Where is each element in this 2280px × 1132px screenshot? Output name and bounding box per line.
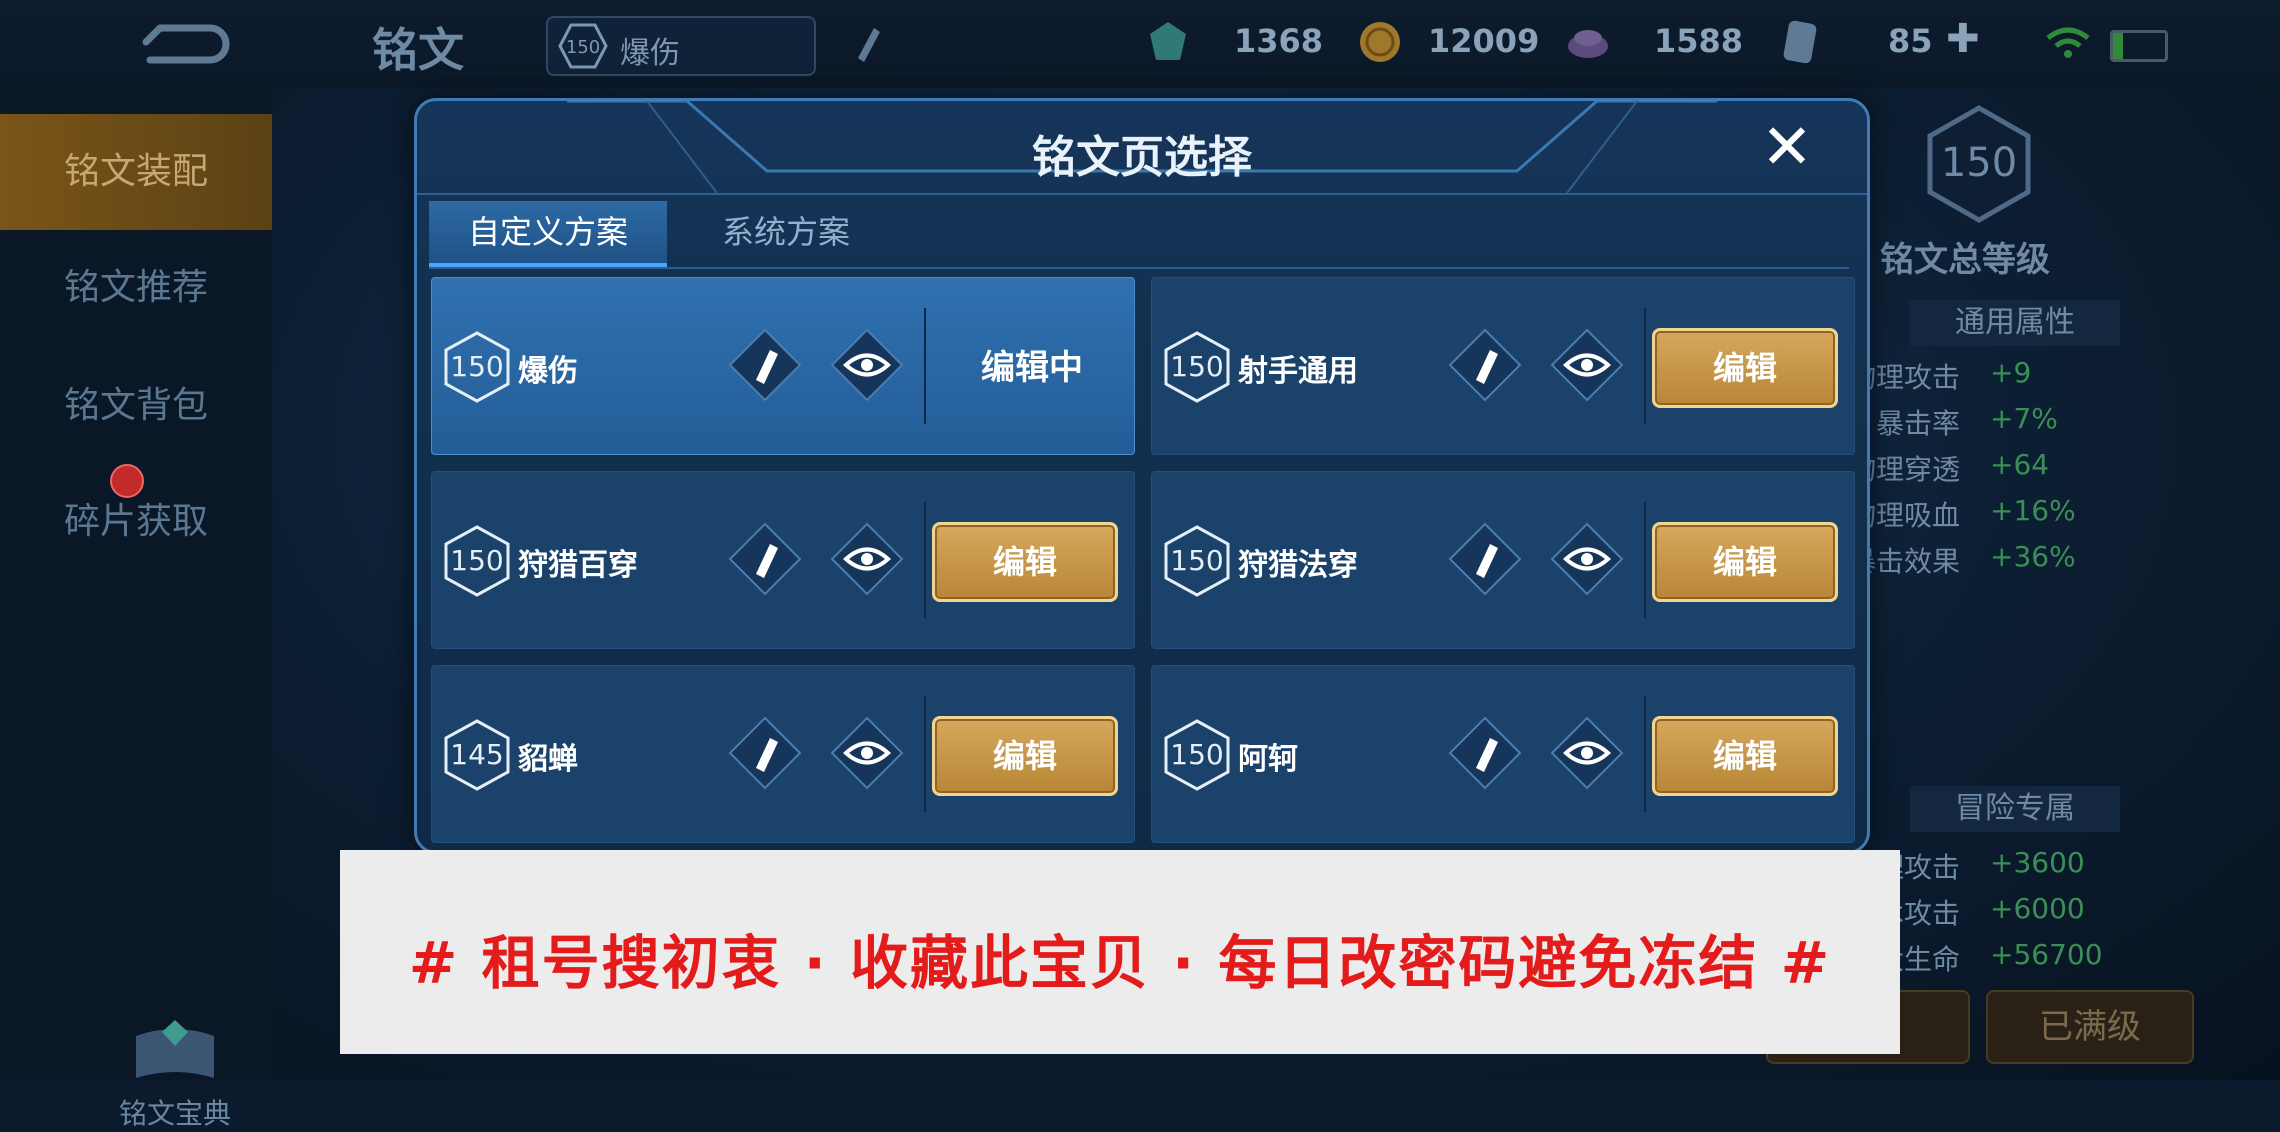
coin-count: 12009 [1428, 22, 1540, 60]
eye-icon[interactable] [830, 716, 904, 790]
rune-page-card[interactable]: 150 爆伤 编辑中 [431, 277, 1135, 455]
battery-icon [2110, 30, 2168, 62]
editing-status: 编辑中 [981, 348, 1083, 388]
eye-icon[interactable] [1550, 328, 1624, 402]
nav-item-backpack[interactable]: 铭文背包 [0, 348, 272, 464]
level-hex-icon: 150 [558, 23, 608, 69]
coin-icon [1360, 22, 1400, 62]
svg-text:150: 150 [1170, 544, 1223, 577]
svg-text:150: 150 [1170, 738, 1223, 771]
stat-row: 物理攻击 +9 [1847, 356, 2032, 394]
gem-count: 1368 [1234, 22, 1324, 60]
gem-icon [1150, 22, 1186, 60]
pencil-icon[interactable] [728, 522, 802, 596]
pencil-icon[interactable] [850, 22, 884, 68]
top-bar: 铭文 150 爆伤 1368 12009 1588 85 ✚ [0, 0, 2280, 88]
edit-button[interactable]: 编辑 [932, 522, 1118, 602]
svg-text:150: 150 [566, 37, 600, 58]
dialog-header: 铭文页选择 ✕ [417, 101, 1867, 195]
pencil-icon[interactable] [1448, 328, 1522, 402]
adventure-attr-header: 冒险专属 [1910, 786, 2120, 832]
tab-system[interactable]: 系统方案 [667, 201, 905, 263]
tab-bar: 自定义方案 系统方案 [429, 201, 1849, 269]
level-hex-icon: 150 [1164, 331, 1230, 403]
rune-page-card[interactable]: 150 狩猎法穿 编辑 [1151, 471, 1855, 649]
card-divider [1644, 502, 1646, 618]
general-attr-header: 通用属性 [1910, 300, 2120, 346]
card-divider [1644, 308, 1646, 424]
eye-icon[interactable] [830, 328, 904, 402]
nav-item-recommend[interactable]: 铭文推荐 [0, 230, 272, 346]
back-icon[interactable] [140, 20, 230, 68]
card-divider [924, 696, 926, 812]
dialog-title: 铭文页选择 [1032, 132, 1252, 183]
stat-row: 物理穿透 +64 [1847, 448, 2050, 486]
rune-page-name: 爆伤 [518, 354, 578, 389]
card-divider [924, 308, 926, 424]
total-level-hex-icon: 150 [1927, 105, 2031, 223]
crystal-count: 1588 [1654, 22, 1744, 60]
current-page-chip[interactable]: 150 爆伤 [546, 16, 816, 76]
pencil-icon[interactable] [728, 716, 802, 790]
pencil-icon[interactable] [728, 328, 802, 402]
rune-page-name: 射手通用 [1238, 354, 1358, 389]
ticket-count: 85 [1888, 22, 1933, 60]
close-icon[interactable]: ✕ [1761, 116, 1813, 178]
level-hex-icon: 150 [1164, 525, 1230, 597]
edit-button[interactable]: 编辑 [1652, 716, 1838, 796]
stat-row: 暴击率 +7% [1875, 402, 2058, 440]
edit-button[interactable]: 编辑 [932, 716, 1118, 796]
svg-text:150: 150 [1170, 350, 1223, 383]
nav-item-equip[interactable]: 铭文装配 [0, 114, 272, 230]
left-nav: 铭文装配 铭文推荐 铭文背包 碎片获取 铭文宝典 [0, 88, 272, 1130]
svg-text:145: 145 [450, 738, 503, 771]
level-hex-icon: 150 [1164, 719, 1230, 791]
level-hex-icon: 150 [444, 525, 510, 597]
tab-custom[interactable]: 自定义方案 [429, 201, 667, 267]
add-icon[interactable]: ✚ [1946, 16, 1980, 62]
card-divider [1644, 696, 1646, 812]
rune-page-dialog: 铭文页选择 ✕ 自定义方案 系统方案 150 爆伤 编辑中 150 射手通用 编… [414, 98, 1870, 854]
rune-page-name: 阿轲 [1238, 742, 1298, 777]
pencil-icon[interactable] [1448, 716, 1522, 790]
wifi-icon [2046, 27, 2090, 58]
current-page-name: 爆伤 [620, 36, 680, 71]
svg-text:150: 150 [450, 544, 503, 577]
level-hex-icon: 150 [444, 331, 510, 403]
rune-page-card[interactable]: 145 貂蝉 编辑 [431, 665, 1135, 843]
ticket-icon [1783, 20, 1817, 64]
notification-dot [110, 464, 144, 498]
rune-page-name: 狩猎法穿 [1238, 548, 1358, 583]
rune-page-name: 狩猎百穿 [518, 548, 638, 583]
card-divider [924, 502, 926, 618]
rune-page-card[interactable]: 150 阿轲 编辑 [1151, 665, 1855, 843]
total-level-label: 铭文总等级 [1880, 240, 2050, 280]
eye-icon[interactable] [1550, 716, 1624, 790]
rune-page-card[interactable]: 150 狩猎百穿 编辑 [431, 471, 1135, 649]
crystal-icon [1568, 30, 1608, 58]
watermark-banner: # 租号搜初衷 · 收藏此宝贝 · 每日改密码避免冻结 # [340, 850, 1900, 1054]
level-hex-icon: 145 [444, 719, 510, 791]
eye-icon[interactable] [1550, 522, 1624, 596]
rune-page-card[interactable]: 150 射手通用 编辑 [1151, 277, 1855, 455]
watermark-text: # 租号搜初衷 · 收藏此宝贝 · 每日改密码避免冻结 # [408, 929, 1832, 997]
edit-button[interactable]: 编辑 [1652, 328, 1838, 408]
book-icon[interactable] [130, 1016, 220, 1086]
svg-text:150: 150 [1941, 140, 2017, 186]
stat-row: 物理吸血 +16% [1847, 494, 2076, 532]
svg-text:150: 150 [450, 350, 503, 383]
page-title: 铭文 [372, 23, 464, 77]
edit-button[interactable]: 编辑 [1652, 522, 1838, 602]
eye-icon[interactable] [830, 522, 904, 596]
maxed-button[interactable]: 已满级 [1986, 990, 2194, 1064]
book-label[interactable]: 铭文宝典 [100, 1092, 250, 1132]
stat-row: 暴击效果 +36% [1847, 540, 2076, 578]
rune-page-name: 貂蝉 [518, 742, 578, 777]
pencil-icon[interactable] [1448, 522, 1522, 596]
